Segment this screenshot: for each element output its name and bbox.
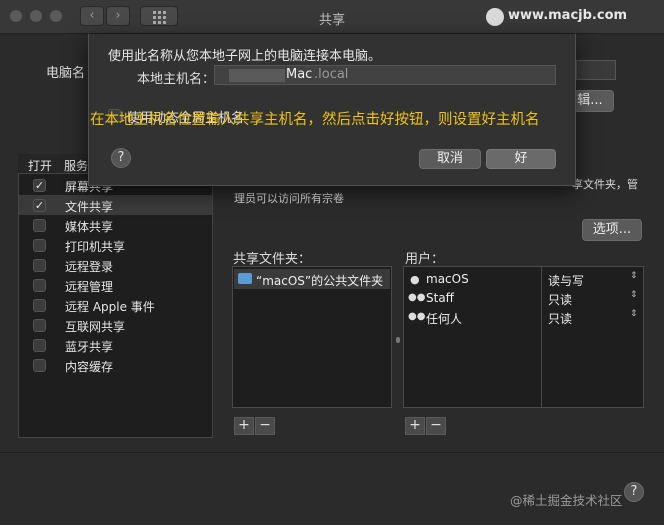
annotation-text: 在本地主机名位置输入共享主机名，然后点击好按钮，则设置好主机名: [90, 112, 540, 128]
shared-folders-list[interactable]: “macOS”的公共文件夹: [232, 266, 392, 408]
service-checkbox[interactable]: [33, 299, 46, 312]
group-icon: ●●: [408, 311, 426, 322]
folder-icon: [238, 273, 252, 284]
users-list[interactable]: ● macOS 读与写 ⇕ ●● Staff 只读 ⇕ ●● 任何人 只读 ⇕: [403, 266, 644, 408]
remove-user-button[interactable]: −: [426, 417, 446, 435]
service-checkbox[interactable]: [33, 339, 46, 352]
zoom-window-button[interactable]: [50, 10, 62, 22]
hostname-suffix: .local: [314, 67, 349, 82]
updown-chevron-icon[interactable]: ⇕: [630, 309, 638, 319]
back-button[interactable]: ‹: [80, 6, 104, 26]
user-row[interactable]: ●● 任何人 只读 ⇕: [404, 308, 643, 327]
service-description-line2: 理员可以访问所有宗卷: [234, 192, 344, 205]
service-row-remote-login[interactable]: 远程登录: [19, 255, 212, 275]
hostname-value: Mac: [286, 67, 313, 82]
header-service: 服务: [64, 159, 89, 173]
hostname-input[interactable]: Mac .local: [214, 65, 556, 85]
service-row-remote-management[interactable]: 远程管理: [19, 275, 212, 295]
user-name: macOS: [426, 272, 469, 286]
watermark-bottom: @稀土掘金技术社区: [510, 493, 623, 508]
chevron-left-icon: ‹: [89, 8, 95, 23]
minimize-window-button[interactable]: [30, 10, 42, 22]
remove-shared-folder-button[interactable]: −: [255, 417, 275, 435]
service-checkbox[interactable]: ✓: [33, 179, 46, 192]
user-row[interactable]: ●● Staff 只读 ⇕: [404, 289, 643, 308]
updown-chevron-icon[interactable]: ⇕: [630, 290, 638, 300]
service-checkbox[interactable]: [33, 239, 46, 252]
split-handle-icon[interactable]: [396, 337, 400, 343]
blurred-redaction: [229, 69, 285, 82]
user-name: 任何人: [426, 312, 463, 326]
service-checkbox[interactable]: ✓: [33, 199, 46, 212]
service-description-line1: 享文件夹，管: [572, 178, 638, 191]
dialog-message: 使用此名称从您本地子网上的电脑连接本电脑。: [108, 49, 382, 64]
computer-name-field[interactable]: [576, 60, 616, 80]
window-title: 共享: [318, 13, 345, 28]
forward-button[interactable]: ›: [106, 6, 130, 26]
service-label: 远程登录: [65, 260, 114, 274]
user-icon: ●: [410, 273, 420, 286]
add-user-button[interactable]: +: [405, 417, 425, 435]
user-row[interactable]: ● macOS 读与写 ⇕: [404, 270, 643, 289]
hostname-label: 本地主机名：: [137, 72, 216, 87]
shared-folder-name: “macOS”的公共文件夹: [256, 274, 384, 288]
add-shared-folder-button[interactable]: +: [234, 417, 254, 435]
service-checkbox[interactable]: [33, 319, 46, 332]
service-label: 内容缓存: [65, 360, 114, 374]
service-label: 互联网共享: [65, 320, 126, 334]
service-checkbox[interactable]: [33, 359, 46, 372]
service-row-internet-sharing[interactable]: 互联网共享: [19, 315, 212, 335]
service-label: 打印机共享: [65, 240, 126, 254]
users-label: 用户：: [405, 252, 445, 267]
updown-chevron-icon[interactable]: ⇕: [630, 271, 638, 281]
ok-button[interactable]: 好: [486, 149, 556, 169]
services-rows: ✓ 屏幕共享 ✓ 文件共享 媒体共享 打印机共享 远程登录 远程管理 远程 Appl…: [19, 175, 212, 375]
group-icon: ●●: [408, 292, 426, 303]
service-label: 媒体共享: [65, 220, 114, 234]
chevron-right-icon: ›: [115, 8, 121, 23]
service-label: 文件共享: [65, 200, 114, 214]
user-permission[interactable]: 只读: [548, 291, 572, 308]
shared-folders-label: 共享文件夹：: [233, 252, 312, 267]
service-row-remote-apple-events[interactable]: 远程 Apple 事件: [19, 295, 212, 315]
user-permission[interactable]: 读与写: [548, 272, 584, 289]
watermark-top: www.macjb.com: [508, 8, 628, 23]
dialog-help-button[interactable]: ?: [111, 148, 131, 168]
header-on: 打开: [28, 159, 53, 173]
user-permission[interactable]: 只读: [548, 310, 572, 327]
bottom-divider: [0, 452, 664, 453]
service-label: 远程 Apple 事件: [65, 300, 155, 314]
service-row-media-sharing[interactable]: 媒体共享: [19, 215, 212, 235]
computer-name-label: 电脑名: [46, 66, 86, 81]
service-label: 远程管理: [65, 280, 114, 294]
service-row-content-caching[interactable]: 内容缓存: [19, 355, 212, 375]
service-checkbox[interactable]: [33, 259, 46, 272]
service-checkbox[interactable]: [33, 219, 46, 232]
service-row-printer-sharing[interactable]: 打印机共享: [19, 235, 212, 255]
cancel-button[interactable]: 取消: [419, 149, 481, 169]
close-window-button[interactable]: [10, 10, 22, 22]
service-label: 蓝牙共享: [65, 340, 114, 354]
show-all-button[interactable]: [140, 6, 178, 26]
service-checkbox[interactable]: [33, 279, 46, 292]
service-row-bluetooth-sharing[interactable]: 蓝牙共享: [19, 335, 212, 355]
service-row-file-sharing[interactable]: ✓ 文件共享: [19, 195, 212, 215]
user-name: Staff: [426, 291, 454, 305]
shared-folder-row[interactable]: “macOS”的公共文件夹: [234, 269, 390, 289]
options-button[interactable]: 选项...: [582, 219, 642, 241]
